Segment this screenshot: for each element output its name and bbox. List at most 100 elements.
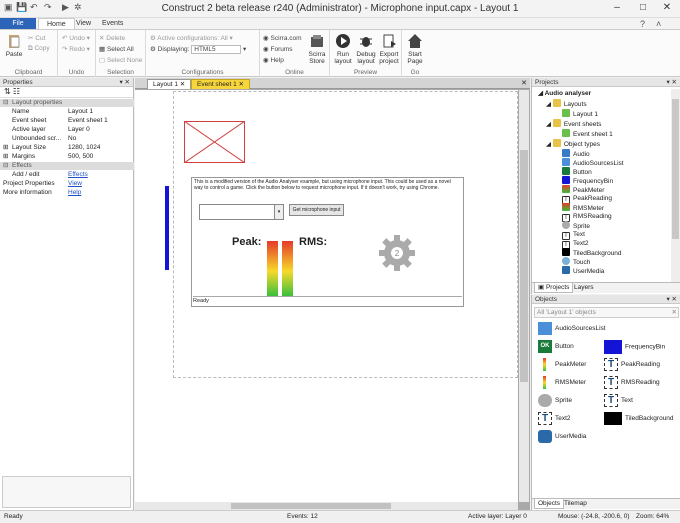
undo-button[interactable]: ↶ Undo ▾ [62,34,90,42]
tab-projects[interactable]: ▣ Projects [534,283,574,293]
list-icon [538,322,552,335]
tree-item-layout-1[interactable]: Layout 1 [562,109,598,118]
object-item[interactable]: PeakMeter [538,358,586,372]
vertical-scrollbar[interactable] [519,90,529,502]
maximize-icon[interactable]: □ [630,0,656,16]
close-icon[interactable]: ✕ [654,0,680,16]
run-layout-button[interactable]: Run layout [332,33,354,65]
projects-panel: Projects ▾ ✕ ◢ Audio analyser ◢ Layouts L… [531,78,680,294]
tree-object[interactable]: TiledBackground [562,248,622,257]
peak-meter[interactable] [267,241,278,296]
rms-meter[interactable] [282,241,293,296]
audio-sources-list[interactable]: ▾ [199,204,284,220]
tab-layers[interactable]: Layers [574,283,594,293]
help-icon[interactable]: ? [640,19,645,29]
sort-icon[interactable]: ⇅ ☷ [4,87,20,96]
tree-object[interactable]: Button [562,167,592,176]
tab-tilemap[interactable]: Tilemap [564,499,587,509]
minimize-icon[interactable]: – [604,0,630,16]
placeholder-sprite[interactable] [184,121,245,163]
property-row[interactable]: Active layer Layer 0 [0,126,134,134]
properties-section-effects[interactable]: ⊟ Effects [0,162,134,170]
ribbon-collapse-icon[interactable]: ˄ [656,19,661,29]
frequency-bin[interactable] [165,186,169,270]
select-all-button[interactable]: ▦ Select All [99,45,134,53]
tree-object[interactable]: T RMSReading [562,212,612,222]
delete-button[interactable]: ✕ Delete [99,34,125,42]
effects-link[interactable]: Effects [68,171,88,179]
object-item[interactable]: OK Button [538,340,574,354]
construct-logo-sprite[interactable]: 2 [377,233,417,273]
tab-event-sheet-1[interactable]: Event sheet 1 ✕ [191,79,251,89]
cut-button[interactable]: ✂ Cut [28,34,45,42]
tree-object[interactable]: PeakMeter [562,185,604,194]
help-link[interactable]: Help [68,189,81,197]
tree-object[interactable]: T PeakReading [562,194,612,204]
property-row[interactable]: Project Properties View [0,180,134,188]
tab-objects[interactable]: Objects [534,499,565,509]
tree-object[interactable]: Sprite [562,221,590,230]
help-link[interactable]: ◉ Help [263,56,284,64]
select-none-button[interactable]: ▢ Select None [99,56,142,64]
audio-icon [562,149,570,157]
group-go: Start Page Go [402,30,428,77]
tree-item-event-sheet-1[interactable]: Event sheet 1 [562,129,613,138]
scirra-link[interactable]: ◉ Scirra.com [263,34,302,42]
copy-button[interactable]: ⧉ Copy [28,45,50,53]
export-project-button[interactable]: Export project [378,33,400,65]
tree-object[interactable]: RMSMeter [562,203,604,212]
debug-layout-button[interactable]: Debug layout [355,33,377,65]
layout-canvas[interactable]: This is a modified version of the Audio … [135,90,518,502]
view-link[interactable]: View [68,180,82,188]
tree-root[interactable]: ◢ Audio analyser [538,89,591,98]
displaying-dropdown[interactable]: ⚙ Displaying: HTML5 ▾ [150,45,246,54]
property-row[interactable]: Event sheet Event sheet 1 [0,117,134,125]
tree-folder-object-types[interactable]: ◢ Object types [546,139,600,148]
store-button[interactable]: Scirra Store [305,33,329,65]
clear-filter-icon[interactable]: ✕ [672,308,677,317]
object-item[interactable]: T Text2 [538,412,571,426]
tree-object[interactable]: T Text2 [562,239,589,249]
get-microphone-button[interactable]: Get microphone input [289,204,344,216]
tree-object[interactable]: UserMedia [562,266,604,275]
tree-object[interactable]: AudioSourcesList [562,158,624,167]
object-item[interactable]: AudioSourcesList [538,322,606,336]
tree-object[interactable]: Touch [562,257,590,266]
property-row[interactable]: Unbounded scr... No [0,135,134,143]
group-undo: ↶ Undo ▾ ↷ Redo ▾ Undo [58,30,96,77]
property-row[interactable]: ⊞ Margins 500, 500 [0,153,134,161]
property-row[interactable]: Name Layout 1 [0,108,134,116]
button-icon [562,167,570,175]
object-item[interactable]: T RMSReading [604,376,660,390]
property-row[interactable]: More information Help [0,189,134,197]
object-item[interactable]: T PeakReading [604,358,660,372]
object-item[interactable]: TiledBackground [604,412,674,426]
tree-folder-layouts[interactable]: ◢ Layouts [546,99,587,108]
properties-section-layout[interactable]: ⊟ Layout properties [0,99,134,107]
object-item[interactable]: FrequencyBin [604,340,665,354]
tree-object[interactable]: Audio [562,149,590,158]
projects-scrollbar[interactable] [671,89,680,282]
tab-layout-1[interactable]: Layout 1 ✕ [147,79,192,89]
object-item[interactable]: T Text [604,394,633,408]
object-item[interactable]: UserMedia [538,430,586,444]
paste-button[interactable]: Paste [3,33,25,58]
property-row[interactable]: Add / edit Effects [0,171,134,179]
tab-file[interactable]: File [0,18,36,29]
property-row[interactable]: ⊞ Layout Size 1280, 1024 [0,144,134,152]
forums-link[interactable]: ◉ Forums [263,45,293,53]
start-page-button[interactable]: Start Page [404,33,426,65]
objects-tabs: Objects Tilemap [532,498,680,509]
tab-close-icon[interactable]: ✕ [521,79,527,87]
tree-object[interactable]: T Text [562,230,585,240]
objects-filter-input[interactable]: All 'Layout 1' objects ✕ [534,307,679,318]
redo-button[interactable]: ↷ Redo ▾ [62,45,90,53]
object-item[interactable]: Sprite [538,394,572,408]
horizontal-scrollbar[interactable] [135,502,518,510]
tree-folder-event-sheets[interactable]: ◢ Event sheets [546,119,601,128]
store-icon [311,35,323,47]
tab-events[interactable]: Events [94,18,131,29]
object-item[interactable]: RMSMeter [538,376,586,390]
active-configurations-dropdown[interactable]: ⚙ Active configurations: All ▾ [150,34,233,42]
tree-object[interactable]: FrequencyBin [562,176,613,185]
